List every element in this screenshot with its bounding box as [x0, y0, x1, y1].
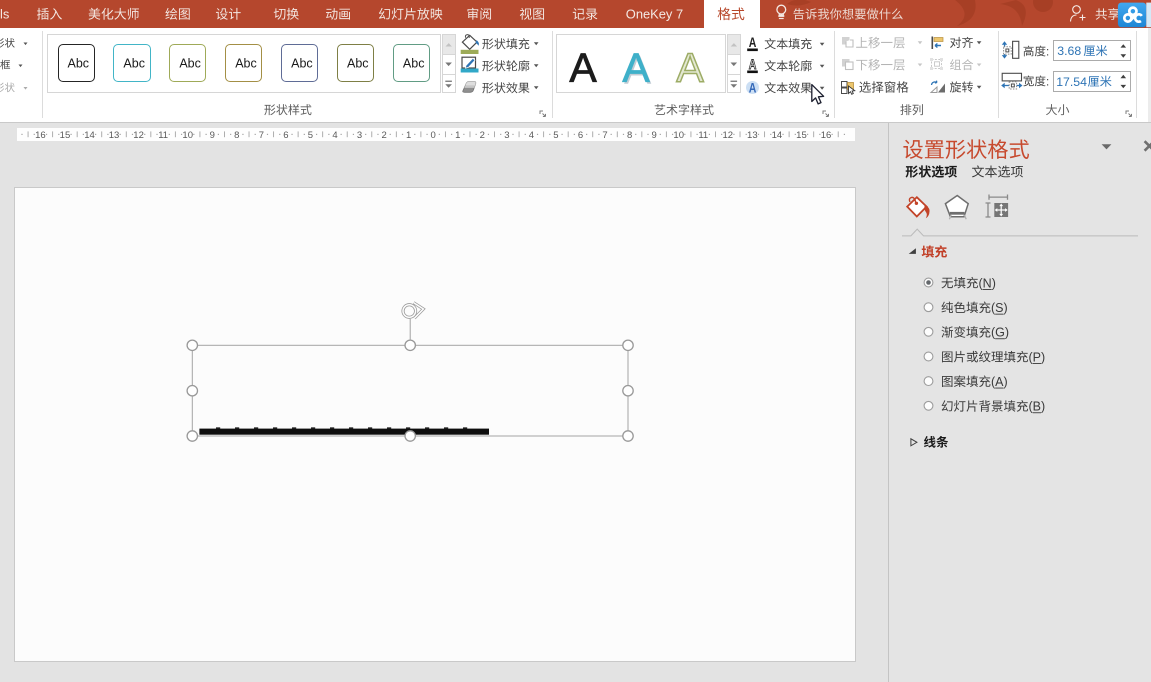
svg-text:9: 9 — [210, 130, 215, 141]
svg-text:0: 0 — [431, 130, 436, 141]
svg-text:16: 16 — [35, 130, 46, 141]
svg-text:(A): (A) — [991, 375, 1008, 389]
svg-text:7: 7 — [259, 130, 264, 141]
svg-text:12: 12 — [133, 130, 144, 141]
svg-text:A: A — [622, 45, 650, 91]
svg-text:7: 7 — [602, 130, 607, 141]
svg-text:6: 6 — [283, 130, 288, 141]
svg-text:3: 3 — [504, 130, 509, 141]
svg-text:5: 5 — [308, 130, 313, 141]
svg-text::: : — [1046, 45, 1049, 58]
svg-text:11: 11 — [698, 130, 708, 141]
svg-text:4: 4 — [529, 130, 534, 141]
svg-text:Abc: Abc — [179, 57, 201, 71]
svg-text:13: 13 — [109, 130, 120, 141]
svg-text:1: 1 — [455, 130, 460, 141]
svg-text:Abc: Abc — [291, 57, 313, 71]
svg-text:Abc: Abc — [403, 57, 425, 71]
svg-text:10: 10 — [673, 130, 684, 141]
svg-text:15: 15 — [796, 130, 807, 141]
svg-text:(G): (G) — [991, 326, 1009, 340]
svg-text:A: A — [676, 45, 704, 91]
svg-text:3.68: 3.68 — [1057, 44, 1081, 58]
svg-text:14: 14 — [772, 130, 783, 141]
svg-text:11: 11 — [158, 130, 168, 141]
svg-text::: : — [1046, 75, 1049, 88]
svg-text:14: 14 — [84, 130, 95, 141]
svg-text:17.54: 17.54 — [1056, 75, 1087, 89]
svg-text:(S): (S) — [991, 301, 1008, 315]
svg-text:5: 5 — [553, 130, 558, 141]
svg-text:A: A — [749, 35, 757, 51]
svg-text:1: 1 — [406, 130, 411, 141]
svg-text:3: 3 — [357, 130, 362, 141]
svg-text:(N): (N) — [979, 276, 996, 290]
svg-text:(P): (P) — [1029, 350, 1046, 364]
svg-text:Abc: Abc — [123, 57, 145, 71]
svg-text:4: 4 — [332, 130, 337, 141]
svg-text:6: 6 — [578, 130, 583, 141]
svg-text:15: 15 — [60, 130, 71, 141]
svg-text:ls: ls — [0, 7, 9, 22]
svg-text:A: A — [749, 80, 757, 96]
svg-text:12: 12 — [723, 130, 734, 141]
svg-text:Abc: Abc — [68, 57, 90, 71]
svg-text:Abc: Abc — [235, 57, 257, 71]
svg-text:OneKey 7: OneKey 7 — [626, 7, 683, 22]
svg-text:9: 9 — [652, 130, 657, 141]
svg-text:2: 2 — [381, 130, 386, 141]
svg-text:10: 10 — [182, 130, 193, 141]
svg-text:8: 8 — [234, 130, 239, 141]
svg-text:A: A — [749, 57, 757, 73]
svg-text:Abc: Abc — [347, 57, 369, 71]
svg-text:(B): (B) — [1029, 400, 1046, 414]
svg-text:8: 8 — [627, 130, 632, 141]
svg-text:13: 13 — [747, 130, 758, 141]
svg-text:A: A — [569, 45, 597, 91]
svg-text:2: 2 — [480, 130, 485, 141]
svg-text:16: 16 — [821, 130, 832, 141]
